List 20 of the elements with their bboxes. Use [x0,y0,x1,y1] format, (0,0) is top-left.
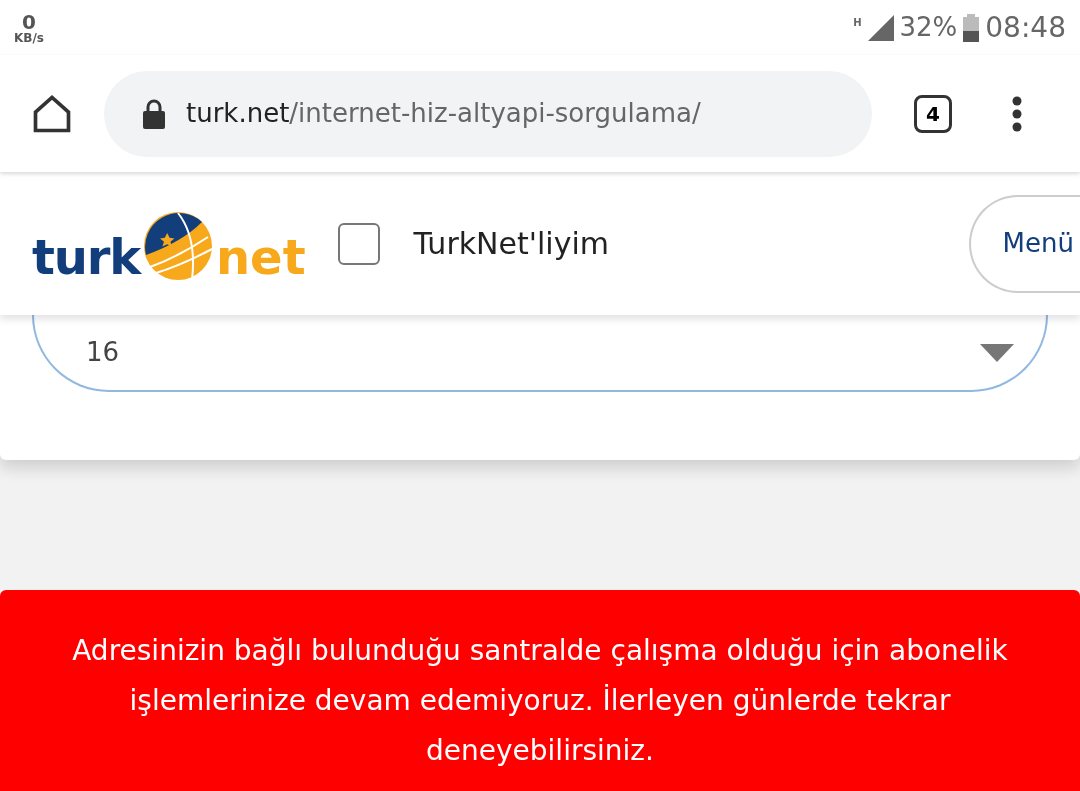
battery-percent: 32% [899,11,958,44]
error-message: Adresinizin bağlı bulunduğu santralde çalışma olduğu için abonelik işlemlerinize devam edemiyoruz. İlerleyen günlerde tekrar deneyebilirsiniz. [71,633,1009,769]
more-options-icon[interactable] [1012,95,1022,132]
menu-button[interactable]: Menü [968,194,1080,293]
speed-unit: KB/s [14,31,44,44]
network-type: H [853,15,862,30]
url-text: turk.net/internet-hiz-altyapi-sorgulama/ [186,97,701,130]
checkbox[interactable] [337,222,380,265]
logo-net: net [215,232,306,281]
tab-count-button[interactable]: 4 [914,94,952,133]
select-field[interactable]: 16 [32,315,1048,392]
network-speed: 0 [22,11,36,32]
lock-icon [142,98,166,129]
battery-icon [963,13,980,42]
clock: 08:48 [985,9,1066,46]
checkbox-label: TurkNet'liyim [413,225,609,263]
dropdown-caret-icon [980,343,1014,362]
signal-icon [867,14,894,41]
logo-turk: turk [32,232,140,281]
address-bar[interactable]: turk.net/internet-hiz-altyapi-sorgulama/ [104,70,872,157]
